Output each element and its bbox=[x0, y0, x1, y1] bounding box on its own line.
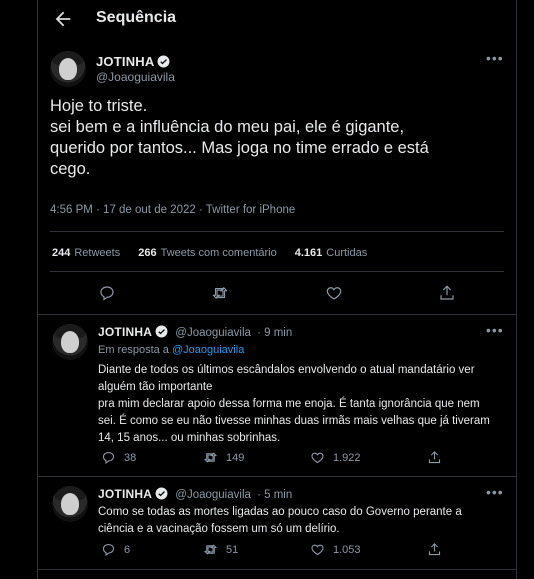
tweet-line: sei. É como se eu não tivesse minhas dua… bbox=[98, 415, 490, 427]
author-name[interactable]: JOTINHA bbox=[96, 54, 170, 69]
more-icon[interactable]: ••• bbox=[486, 50, 504, 66]
retweets-label: Retweets bbox=[74, 247, 121, 259]
quotes-stat[interactable]: 266 Tweets com comentário bbox=[138, 247, 277, 259]
avatar[interactable] bbox=[50, 51, 86, 87]
reply-icon[interactable] bbox=[98, 284, 116, 302]
retweets-stat[interactable]: 244 Retweets bbox=[52, 247, 120, 259]
tweet-line: querido por tantos... Mas joga no time e… bbox=[50, 139, 429, 157]
tweet-line: Hoje to triste. bbox=[50, 97, 148, 115]
reply-target-link[interactable]: @Joaoguiavila bbox=[172, 344, 244, 356]
retweet-count: 149 bbox=[226, 452, 245, 464]
reply-header: JOTINHA @Joaoguiavila · 5 min bbox=[98, 487, 292, 501]
like-count: 1.922 bbox=[333, 452, 361, 464]
likes-label: Curtidas bbox=[326, 247, 368, 259]
author-handle[interactable]: @Joaoguiavila bbox=[96, 70, 175, 84]
reply-prefix: Em resposta a bbox=[98, 344, 169, 356]
back-arrow-icon[interactable] bbox=[52, 8, 74, 30]
reply-header: JOTINHA @Joaoguiavila · 9 min bbox=[98, 325, 292, 339]
author-name[interactable]: JOTINHA bbox=[98, 325, 152, 339]
tweet-line: pra mim declarar apoio dessa forma me en… bbox=[98, 398, 480, 410]
divider bbox=[50, 271, 504, 272]
tweet-line: cego. bbox=[50, 160, 91, 178]
tweet-time[interactable]: · 9 min bbox=[257, 327, 292, 339]
tweet-line: ciência e a vacinação fossem um só um de… bbox=[98, 523, 340, 535]
divider bbox=[50, 231, 504, 232]
retweet-count: 51 bbox=[226, 544, 239, 556]
tweet-line: Diante de todos os últimos escândalos en… bbox=[98, 364, 475, 376]
tweet-text: Como se todas as mortes ligadas ao pouco… bbox=[98, 504, 498, 538]
retweet-icon[interactable] bbox=[203, 542, 218, 557]
author-name-text: JOTINHA bbox=[96, 54, 155, 69]
quotes-count: 266 bbox=[138, 247, 157, 259]
thread-column: Sequência JOTINHA @Joaoguiavila ••• Hoje… bbox=[37, 0, 517, 579]
likes-count: 4.161 bbox=[294, 247, 323, 259]
tweet-text: Hoje to triste. sei bem e a influência d… bbox=[50, 96, 510, 180]
tweet-meta[interactable]: 4:56 PM · 17 de out de 2022 · Twitter fo… bbox=[50, 204, 295, 216]
author-name[interactable]: JOTINHA bbox=[98, 487, 152, 501]
reply-count: 6 bbox=[124, 544, 131, 556]
quotes-label: Tweets com comentário bbox=[160, 247, 277, 259]
tweet-line: 14, 15 anos... ou minhas sobrinhas. bbox=[98, 432, 281, 444]
retweet-icon[interactable] bbox=[211, 284, 229, 302]
share-icon[interactable] bbox=[438, 284, 456, 302]
tweet-line: Como se todas as mortes ligadas ao pouco… bbox=[98, 506, 462, 518]
more-icon[interactable]: ••• bbox=[486, 322, 504, 338]
verified-badge-icon bbox=[155, 487, 168, 500]
like-icon[interactable] bbox=[325, 284, 343, 302]
header: Sequência bbox=[38, 0, 516, 38]
page-title: Sequência bbox=[96, 9, 177, 26]
reply-count: 38 bbox=[124, 452, 137, 464]
divider bbox=[38, 476, 516, 477]
reply-icon[interactable] bbox=[101, 450, 116, 465]
avatar[interactable] bbox=[52, 324, 88, 360]
reply-icon[interactable] bbox=[101, 542, 116, 557]
share-icon[interactable] bbox=[427, 450, 442, 465]
avatar[interactable] bbox=[52, 486, 88, 522]
author-handle[interactable]: @Joaoguiavila bbox=[175, 327, 251, 339]
reply-context: Em resposta a @Joaoguiavila bbox=[98, 344, 244, 356]
app-frame: Sequência JOTINHA @Joaoguiavila ••• Hoje… bbox=[0, 0, 534, 579]
retweets-count: 244 bbox=[52, 247, 71, 259]
verified-badge-icon bbox=[155, 325, 168, 338]
tweet-text: Diante de todos os últimos escândalos en… bbox=[98, 362, 498, 447]
likes-stat[interactable]: 4.161 Curtidas bbox=[295, 247, 368, 259]
tweet-line: sei bem e a influência do meu pai, ele é… bbox=[50, 118, 405, 136]
verified-badge-icon bbox=[158, 55, 170, 68]
like-icon[interactable] bbox=[310, 542, 325, 557]
share-icon[interactable] bbox=[427, 542, 442, 557]
tweet-stats: 244 Retweets 266 Tweets com comentário 4.1… bbox=[52, 247, 367, 259]
tweet-line: alguém tão importante bbox=[98, 381, 213, 393]
divider bbox=[38, 314, 516, 315]
like-count: 1.053 bbox=[333, 544, 361, 556]
retweet-icon[interactable] bbox=[203, 450, 218, 465]
more-icon[interactable]: ••• bbox=[486, 484, 504, 500]
like-icon[interactable] bbox=[310, 450, 325, 465]
author-handle[interactable]: @Joaoguiavila bbox=[175, 489, 251, 501]
divider bbox=[38, 569, 516, 570]
tweet-time[interactable]: · 5 min bbox=[257, 489, 292, 501]
